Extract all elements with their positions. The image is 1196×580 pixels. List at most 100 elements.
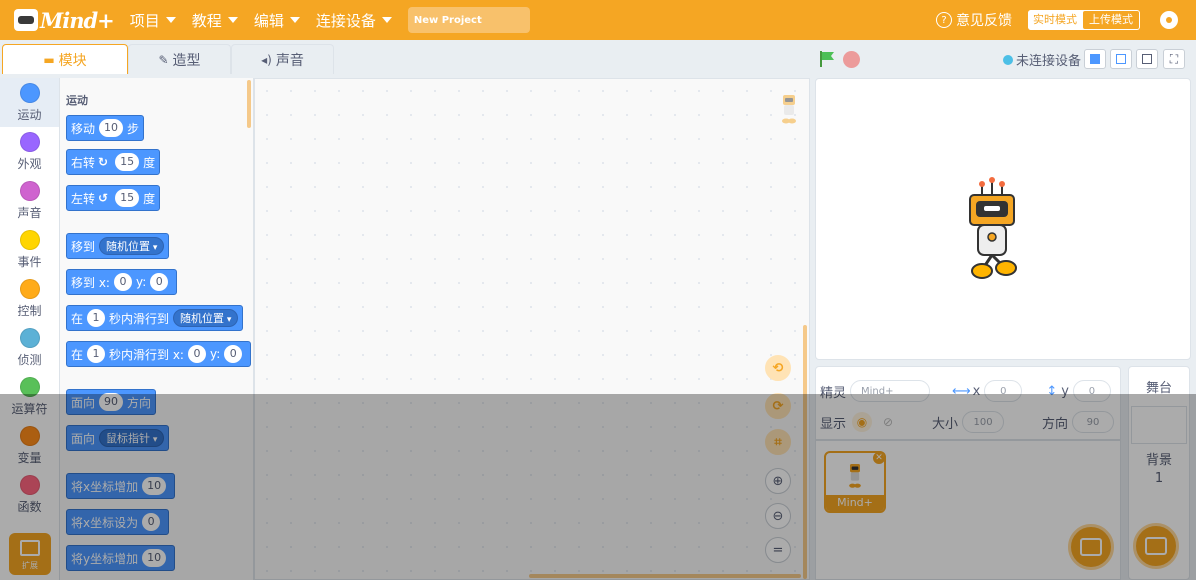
eye-hidden-icon[interactable]: ⊘ xyxy=(878,412,898,432)
script-workspace[interactable]: ⟲ ⟳ ⌗ ⊕ ⊖ = xyxy=(254,78,810,580)
block-text: 秒内滑行到 xyxy=(109,311,170,326)
size-input[interactable]: 100 xyxy=(962,411,1005,433)
palette-section-title: 运动 xyxy=(66,94,88,107)
x-input[interactable]: 0 xyxy=(984,380,1023,402)
y-label: y xyxy=(1061,383,1069,399)
green-flag-icon[interactable] xyxy=(818,50,836,68)
block-move-steps[interactable]: 移动 10 步 xyxy=(66,115,145,141)
category-looks[interactable]: 外观 xyxy=(0,127,59,176)
extension-button[interactable]: 扩展 xyxy=(9,533,51,575)
menu-right: ? 意见反馈 实时模式 上传模式 xyxy=(936,0,1196,40)
zoom-in-button[interactable]: ⊕ xyxy=(765,468,791,494)
zoom-out-button[interactable]: ⊖ xyxy=(765,503,791,529)
tab-blocks[interactable]: ▬ 模块 xyxy=(2,44,128,74)
workspace-vertical-scrollbar[interactable] xyxy=(803,325,807,579)
stage-canvas[interactable] xyxy=(815,78,1191,360)
add-backdrop-button[interactable] xyxy=(1133,523,1179,569)
feedback-label: 意见反馈 xyxy=(956,13,1012,29)
upload-mode-button[interactable]: 上传模式 xyxy=(1083,11,1139,29)
project-name-input[interactable] xyxy=(407,7,530,33)
workspace-horizontal-scrollbar[interactable] xyxy=(529,574,801,578)
category-events[interactable]: 事件 xyxy=(0,225,59,274)
backdrop-count: 1 xyxy=(1154,471,1164,486)
block-goto[interactable]: 移到 随机位置 xyxy=(66,233,170,259)
realtime-mode-button[interactable]: 实时模式 xyxy=(1028,10,1082,30)
sprite-card[interactable]: ✕ Mind+ xyxy=(824,451,886,513)
palette-scrollbar[interactable] xyxy=(247,80,251,128)
category-sound[interactable]: 声音 xyxy=(0,176,59,225)
stage-thumbnail xyxy=(1131,406,1187,444)
block-input[interactable]: 0 xyxy=(150,273,169,291)
block-goto-xy[interactable]: 移到 x: 0 y: 0 xyxy=(66,269,178,295)
block-input[interactable]: 10 xyxy=(142,477,167,495)
redo-button[interactable]: ⟳ xyxy=(765,393,791,419)
device-connection-status[interactable]: 未连接设备 xyxy=(1003,50,1081,69)
large-stage-button[interactable] xyxy=(1136,49,1158,69)
category-functions[interactable]: 函数 xyxy=(0,470,59,519)
tab-sounds-label: 声音 xyxy=(275,52,304,69)
block-input[interactable]: 15 xyxy=(115,153,140,171)
blocks-icon: ▬ xyxy=(43,52,55,67)
block-turn-left[interactable]: 左转 ↺ 15 度 xyxy=(66,185,161,211)
block-input[interactable]: 1 xyxy=(87,309,106,327)
block-turn-right[interactable]: 右转 ↻ 15 度 xyxy=(66,149,161,175)
category-control[interactable]: 控制 xyxy=(0,274,59,323)
block-glide[interactable]: 在 1 秒内滑行到 随机位置 xyxy=(66,305,244,331)
chevron-down-icon xyxy=(227,17,238,23)
mindplus-robot-sprite[interactable] xyxy=(964,177,1020,281)
menu-edit[interactable]: 编辑 xyxy=(254,10,300,31)
settings-gear-icon[interactable] xyxy=(1158,9,1180,31)
block-point-direction[interactable]: 面向 90 方向 xyxy=(66,389,157,415)
category-sensing[interactable]: 侦测 xyxy=(0,323,59,372)
block-input[interactable]: 0 xyxy=(187,345,206,363)
block-set-x[interactable]: 将x坐标设为 0 xyxy=(66,509,170,535)
block-text: 度 xyxy=(143,191,156,206)
category-label: 函数 xyxy=(17,499,42,514)
category-operators[interactable]: 运算符 xyxy=(0,372,59,421)
y-input[interactable]: 0 xyxy=(1072,380,1111,402)
menu-project[interactable]: 项目 xyxy=(130,10,176,31)
tab-costumes[interactable]: ✎ 造型 xyxy=(128,44,231,74)
y-arrows-icon: ↕ xyxy=(1046,383,1058,399)
direction-input[interactable]: 90 xyxy=(1072,411,1115,433)
stage-selector[interactable]: 舞台 背景 1 xyxy=(1128,366,1190,580)
block-palette: 运动 移动 10 步 右转 ↻ 15 度 左转 ↺ 15 度 移到 随机位置 移… xyxy=(60,78,254,580)
block-change-y[interactable]: 将y坐标增加 10 xyxy=(66,545,176,571)
block-input[interactable]: 10 xyxy=(142,549,167,567)
block-input[interactable]: 15 xyxy=(115,189,140,207)
block-input[interactable]: 10 xyxy=(99,119,124,137)
block-input[interactable]: 0 xyxy=(224,345,243,363)
menu-connect-device[interactable]: 连接设备 xyxy=(316,10,392,31)
block-dropdown[interactable]: 鼠标指针 xyxy=(99,429,165,447)
block-input[interactable]: 90 xyxy=(99,393,124,411)
eye-icon[interactable]: ◉ xyxy=(852,412,873,432)
mindplus-logo[interactable]: Mind+ xyxy=(14,0,115,40)
delete-sprite-icon[interactable]: ✕ xyxy=(872,453,884,465)
stop-icon[interactable] xyxy=(843,51,860,68)
block-text: 将y坐标增加 xyxy=(71,551,139,566)
undo-button[interactable]: ⟲ xyxy=(765,355,791,381)
menu-tutorial[interactable]: 教程 xyxy=(192,10,238,31)
category-variables[interactable]: 变量 xyxy=(0,421,59,470)
block-dropdown[interactable]: 随机位置 xyxy=(173,309,239,327)
block-input[interactable]: 1 xyxy=(87,345,106,363)
mode-toggle: 实时模式 上传模式 xyxy=(1028,10,1140,30)
category-motion[interactable]: 运动 xyxy=(0,78,59,127)
block-input[interactable]: 0 xyxy=(142,513,161,531)
tab-sounds[interactable]: ◂) 声音 xyxy=(231,44,334,74)
block-change-x[interactable]: 将x坐标增加 10 xyxy=(66,473,176,499)
block-glide-xy[interactable]: 在 1 秒内滑行到 x: 0 y: 0 xyxy=(66,341,252,367)
block-input[interactable]: 0 xyxy=(113,273,132,291)
small-stage-button[interactable] xyxy=(1084,49,1106,69)
feedback-button[interactable]: ? 意见反馈 xyxy=(936,10,1012,30)
normal-stage-button[interactable] xyxy=(1110,49,1132,69)
sprite-name-input[interactable]: Mind+ xyxy=(850,380,931,402)
robot-logo-icon xyxy=(14,9,38,31)
add-sprite-button[interactable] xyxy=(1068,524,1114,570)
block-dropdown[interactable]: 随机位置 xyxy=(99,237,165,255)
block-point-towards[interactable]: 面向 鼠标指针 xyxy=(66,425,170,451)
category-label: 控制 xyxy=(17,303,42,318)
zoom-reset-button[interactable]: = xyxy=(765,537,791,563)
fullscreen-button[interactable]: ⛶ xyxy=(1163,49,1185,69)
crop-icon[interactable]: ⌗ xyxy=(765,429,791,455)
